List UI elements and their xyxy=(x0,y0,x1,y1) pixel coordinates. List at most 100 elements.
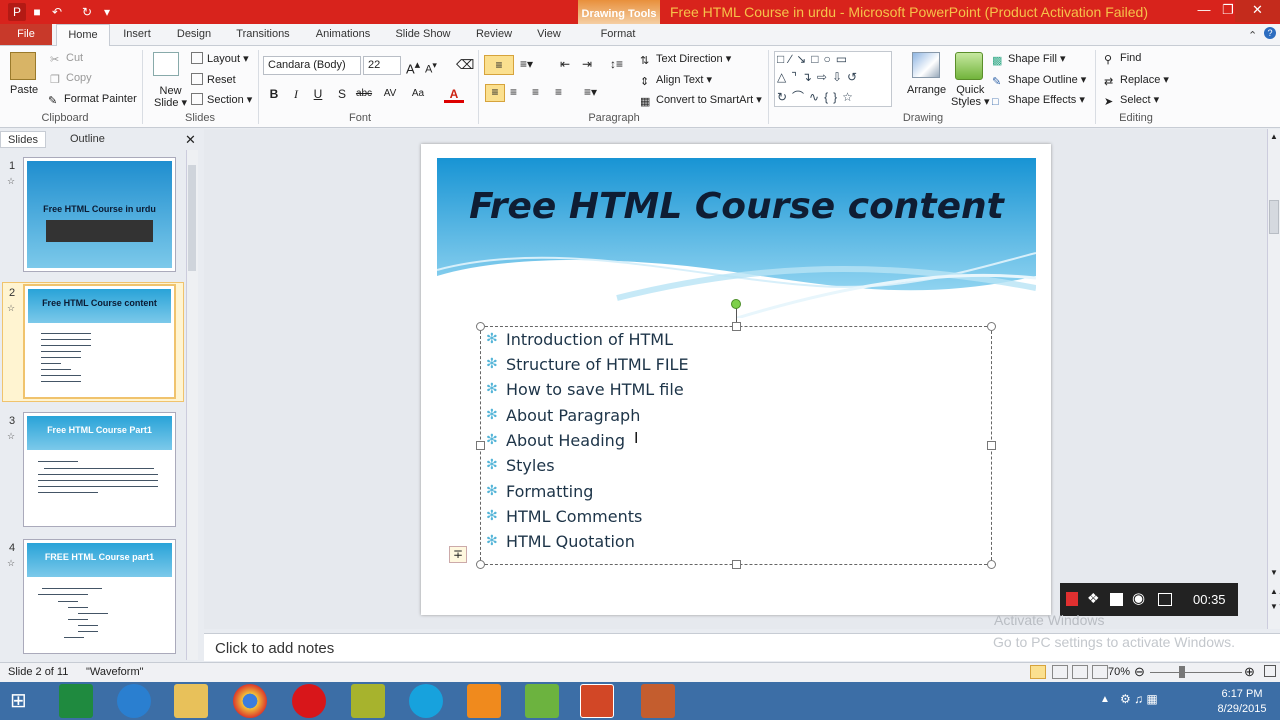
justify-icon[interactable]: ≡ xyxy=(555,85,562,99)
customize-qat-icon[interactable]: ▾ xyxy=(98,3,116,21)
notes-placeholder[interactable]: Click to add notes xyxy=(215,640,334,657)
bullets-icon[interactable]: ≡ xyxy=(484,55,514,75)
tab-home[interactable]: Home xyxy=(56,24,110,47)
slide-scroll-thumb[interactable] xyxy=(1269,200,1279,234)
tab-insert[interactable]: Insert xyxy=(116,24,158,45)
tab-transitions[interactable]: Transitions xyxy=(230,24,296,45)
bullet-item[interactable]: Structure of HTML FILE xyxy=(506,355,689,374)
shrink-font-button[interactable]: A▾ xyxy=(425,60,437,76)
decrease-indent-icon[interactable]: ⇤ xyxy=(560,57,570,71)
resize-handle[interactable] xyxy=(732,322,741,331)
powerpoint-app-icon[interactable]: P xyxy=(8,3,26,21)
tab-outline[interactable]: Outline xyxy=(70,131,105,148)
tab-design[interactable]: Design xyxy=(170,24,218,45)
skype-icon[interactable] xyxy=(409,684,443,718)
file-explorer-icon[interactable] xyxy=(174,684,208,718)
normal-view-icon[interactable] xyxy=(1030,665,1046,679)
slide-thumbnail-4[interactable]: FREE HTML Course part1 xyxy=(23,539,176,654)
find-button[interactable]: ⚲ Find xyxy=(1104,52,1141,66)
shapes-row-1[interactable]: □∕↘□○▭ xyxy=(777,52,852,66)
slide-thumbnail-2[interactable]: Free HTML Course content xyxy=(23,284,176,399)
align-text-button[interactable]: ⇕ Align Text ▾ xyxy=(640,73,712,88)
italic-button[interactable]: I xyxy=(286,85,306,103)
windows-start-icon[interactable]: ⊞ xyxy=(10,688,27,713)
stop-icon[interactable] xyxy=(1110,593,1123,606)
pause-icon[interactable] xyxy=(1066,592,1078,606)
zoom-in-icon[interactable]: ⊕ xyxy=(1244,664,1255,680)
zoom-slider-thumb[interactable] xyxy=(1179,666,1185,678)
powerpoint-taskbar-icon[interactable] xyxy=(580,684,614,718)
shape-effects-button[interactable]: □ Shape Effects ▾ xyxy=(992,93,1085,108)
align-left-icon[interactable]: ≡ xyxy=(485,84,505,102)
bullet-item[interactable]: Formatting xyxy=(506,482,593,501)
font-size-select[interactable]: 22 xyxy=(363,56,401,75)
bullet-item[interactable]: About Paragraph xyxy=(506,406,640,425)
bullet-item[interactable]: HTML Quotation xyxy=(506,532,635,551)
save-icon[interactable]: ■ xyxy=(28,3,46,21)
format-painter-button[interactable]: ✎ Format Painter xyxy=(48,93,137,107)
slide-title[interactable]: Free HTML Course content xyxy=(437,186,1036,227)
undo-icon[interactable]: ↶ xyxy=(48,3,66,21)
tab-file[interactable]: File xyxy=(0,24,52,45)
convert-smartart-button[interactable]: ▦ Convert to SmartArt ▾ xyxy=(640,93,762,108)
underline-button[interactable]: U xyxy=(308,85,328,103)
clock-date[interactable]: 8/29/2015 xyxy=(1214,703,1270,715)
fullscreen-icon[interactable] xyxy=(1158,593,1172,606)
resize-handle[interactable] xyxy=(987,560,996,569)
tab-slides[interactable]: Slides xyxy=(0,131,46,148)
quick-styles-icon[interactable] xyxy=(955,52,983,80)
slide-sorter-icon[interactable] xyxy=(1052,665,1068,679)
tab-view[interactable]: View xyxy=(530,24,568,45)
arrange-icon[interactable] xyxy=(912,52,940,78)
bullet-item[interactable]: How to save HTML file xyxy=(506,380,684,399)
paste-icon[interactable] xyxy=(10,52,36,80)
columns-icon[interactable]: ≡▾ xyxy=(584,85,597,99)
chrome-icon[interactable] xyxy=(233,684,267,718)
zoom-out-icon[interactable]: ⊖ xyxy=(1134,664,1145,680)
fireworks-icon[interactable] xyxy=(351,684,385,718)
bullet-item[interactable]: Introduction of HTML xyxy=(506,330,673,349)
slides-pane-scroll-thumb[interactable] xyxy=(188,165,196,271)
redo-icon[interactable]: ↻ xyxy=(78,3,96,21)
scroll-down-icon[interactable]: ▼ xyxy=(1270,568,1278,577)
zoom-level[interactable]: 70% xyxy=(1108,666,1130,678)
resize-handle[interactable] xyxy=(476,322,485,331)
shapes-row-2[interactable]: △⌝↴⇨⇩↺ xyxy=(777,70,862,84)
numbering-icon[interactable]: ≡▾ xyxy=(520,57,533,71)
resize-handle[interactable] xyxy=(476,441,485,450)
strikethrough-button[interactable]: abc xyxy=(354,85,374,103)
zoom-slider-track[interactable] xyxy=(1150,672,1242,673)
font-name-select[interactable]: Candara (Body) xyxy=(263,56,361,75)
tab-review[interactable]: Review xyxy=(470,24,518,45)
tab-format[interactable]: Format xyxy=(590,24,646,45)
resize-handle[interactable] xyxy=(987,322,996,331)
previous-slide-icon[interactable]: ▲▲ xyxy=(1270,587,1280,596)
rotation-handle[interactable] xyxy=(731,299,741,309)
select-button[interactable]: ➤ Select ▾ xyxy=(1104,93,1159,108)
align-right-icon[interactable]: ≡ xyxy=(532,85,539,99)
slide-thumbnail-3[interactable]: Free HTML Course Part1 xyxy=(23,412,176,527)
bold-button[interactable]: B xyxy=(264,85,284,103)
reading-view-icon[interactable] xyxy=(1072,665,1088,679)
reset-button[interactable]: Reset xyxy=(191,73,236,86)
shape-fill-button[interactable]: ▩ Shape Fill ▾ xyxy=(992,52,1066,67)
shape-outline-button[interactable]: ✎ Shape Outline ▾ xyxy=(992,73,1086,88)
section-button[interactable]: Section ▾ xyxy=(191,93,252,106)
slideshow-icon[interactable] xyxy=(1092,665,1108,679)
quick-styles-button[interactable]: Quick Styles ▾ xyxy=(951,84,990,108)
shadow-button[interactable]: S xyxy=(332,85,352,103)
minimize-ribbon-icon[interactable]: ⌃ xyxy=(1248,29,1257,42)
layout-button[interactable]: Layout ▾ xyxy=(191,52,249,65)
system-tray-icons[interactable]: ⚙ ♫ ▦ xyxy=(1120,692,1158,706)
arrange-button[interactable]: Arrange xyxy=(907,84,946,96)
copy-button[interactable]: ❐ Copy xyxy=(50,72,92,86)
change-case-button[interactable]: Aa xyxy=(408,85,428,103)
resize-handle[interactable] xyxy=(476,560,485,569)
excel-icon[interactable] xyxy=(59,684,93,718)
grow-font-button[interactable]: A▴ xyxy=(406,58,420,76)
increase-indent-icon[interactable]: ⇥ xyxy=(582,57,592,71)
tab-animations[interactable]: Animations xyxy=(310,24,376,45)
vlc-icon[interactable] xyxy=(467,684,501,718)
scroll-up-icon[interactable]: ▲ xyxy=(1270,132,1278,141)
tab-slide-show[interactable]: Slide Show xyxy=(390,24,456,45)
